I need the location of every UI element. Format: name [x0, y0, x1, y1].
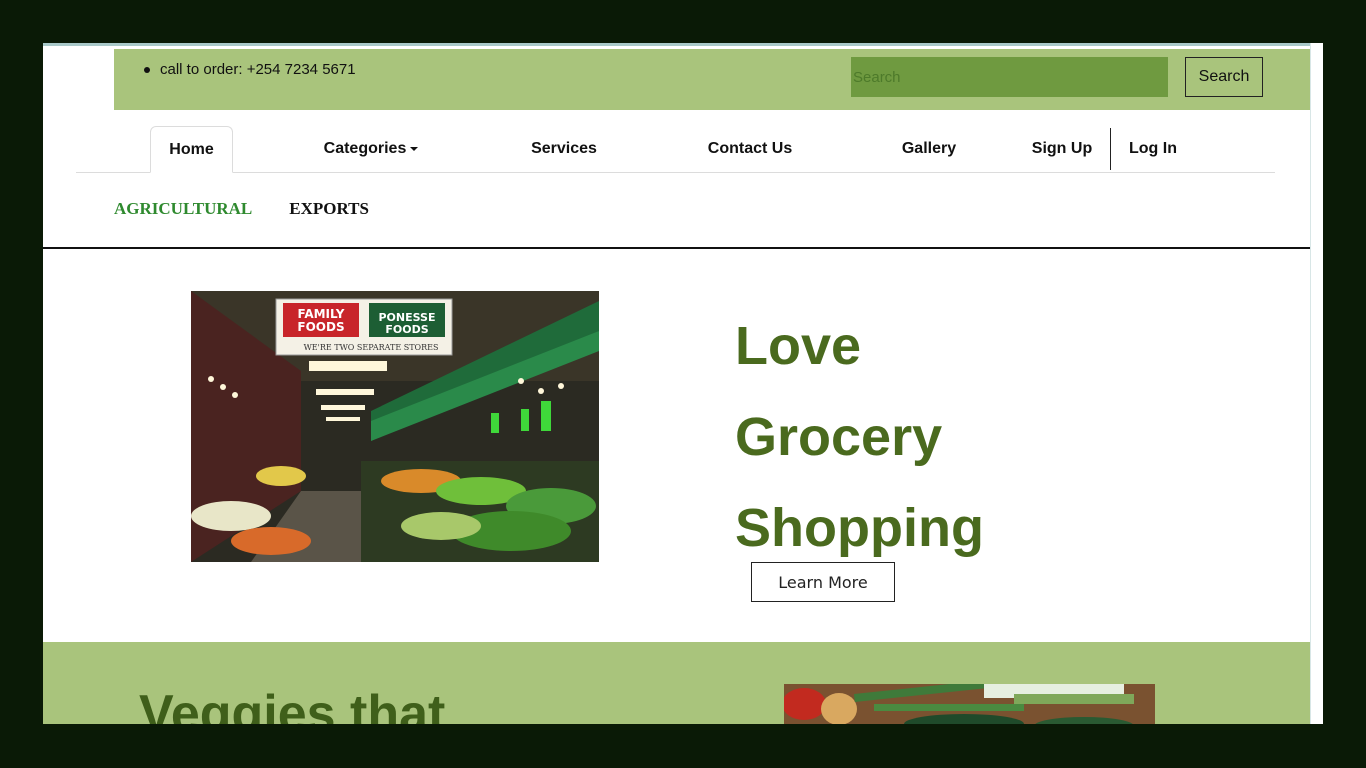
veggies-photo — [784, 684, 1155, 724]
hero-title-line-2: Grocery — [735, 407, 943, 467]
nav-gallery[interactable]: Gallery — [891, 126, 967, 172]
sign-note: WE'RE TWO SEPARATE STORES — [304, 343, 439, 352]
market-photo: FAMILY FOODS PONESSE FOODS WE'RE TWO SEP… — [191, 291, 599, 562]
viewport-top-edge — [43, 43, 1323, 46]
veggies-image — [784, 684, 1155, 724]
nav-categories[interactable]: Categories — [316, 126, 426, 172]
subnav-exports[interactable]: EXPORTS — [289, 199, 369, 219]
nav-categories-label: Categories — [323, 140, 407, 157]
svg-text:FOODS: FOODS — [297, 320, 344, 334]
nav-services-label: Services — [531, 140, 597, 157]
nav-gallery-label: Gallery — [901, 140, 957, 157]
search-button[interactable]: Search — [1185, 57, 1263, 97]
contact-info: call to order: +254 7234 5671 — [144, 61, 356, 78]
nav-home[interactable]: Home — [150, 126, 233, 173]
hero-title-line-1: Love — [735, 316, 862, 376]
nav-services[interactable]: Services — [519, 126, 609, 172]
main-nav: Home Categories Services Contact Us Gall… — [76, 126, 1275, 173]
nav-sign-up[interactable]: Sign Up — [1026, 126, 1098, 172]
hero-title: Love Grocery Shopping — [735, 301, 984, 574]
sign-family-foods: FAMILY — [298, 307, 345, 321]
nav-sign-up-label: Sign Up — [1031, 140, 1093, 157]
nav-divider — [1110, 128, 1111, 170]
search-input[interactable] — [851, 57, 1168, 97]
hero-title-line-3: Shopping — [735, 498, 984, 558]
nav-log-in-label: Log In — [1129, 140, 1177, 157]
hero-market-image: FAMILY FOODS PONESSE FOODS WE'RE TWO SEP… — [191, 291, 599, 562]
page-scroll-edge — [1310, 43, 1323, 724]
nav-home-label: Home — [169, 140, 214, 158]
bullet-icon — [144, 66, 150, 73]
nav-log-in[interactable]: Log In — [1121, 126, 1185, 172]
svg-text:FOODS: FOODS — [385, 323, 428, 336]
veggies-section: Veggies that — [43, 642, 1311, 724]
contact-text: call to order: +254 7234 5671 — [160, 61, 356, 78]
nav-contact-us[interactable]: Contact Us — [696, 126, 804, 172]
section-divider — [43, 247, 1311, 249]
subnav-agricultural[interactable]: AGRICULTURAL — [114, 199, 252, 219]
learn-more-button[interactable]: Learn More — [751, 562, 895, 602]
browser-viewport: call to order: +254 7234 5671 Search Hom… — [43, 43, 1323, 724]
caret-down-icon — [410, 147, 419, 151]
sub-nav: AGRICULTURAL EXPORTS — [114, 199, 369, 219]
top-bar: call to order: +254 7234 5671 Search — [114, 49, 1311, 110]
veggies-title: Veggies that — [139, 685, 446, 724]
nav-contact-us-label: Contact Us — [707, 140, 793, 157]
